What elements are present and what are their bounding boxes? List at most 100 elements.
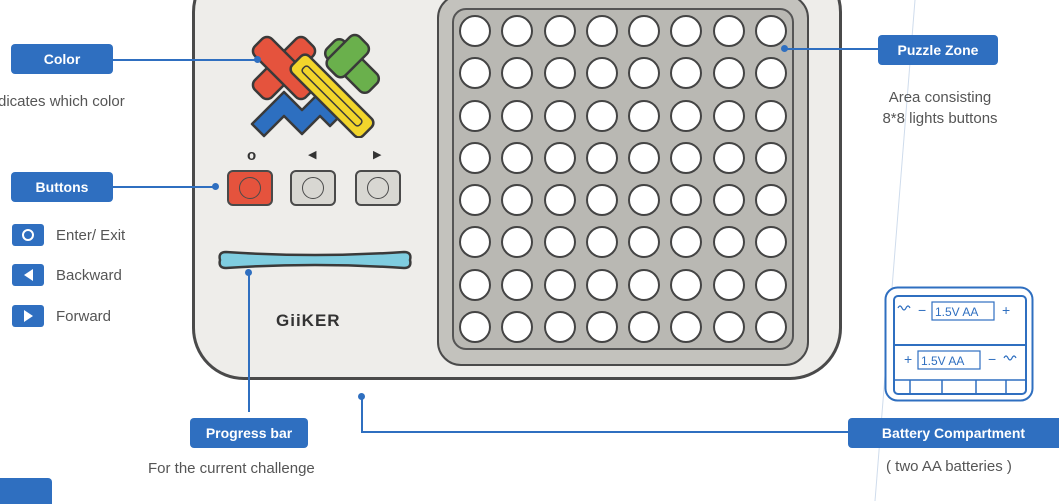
light-button[interactable] [754, 57, 787, 90]
light-button[interactable] [459, 184, 492, 217]
light-button[interactable] [543, 99, 576, 132]
light-button[interactable] [628, 184, 661, 217]
color-tag: Color [11, 44, 113, 74]
light-button[interactable] [501, 57, 534, 90]
light-button[interactable] [585, 99, 618, 132]
light-button[interactable] [754, 184, 787, 217]
svg-text:−: − [918, 302, 926, 318]
light-button[interactable] [712, 226, 745, 259]
triangle-left-icon [12, 264, 44, 286]
light-button[interactable] [628, 310, 661, 343]
battery-cell-1-label: 1.5V AA [935, 305, 979, 319]
backward-glyph: ◀ [308, 149, 317, 161]
light-button[interactable] [459, 99, 492, 132]
light-button[interactable] [501, 310, 534, 343]
backward-button[interactable] [290, 170, 336, 206]
enter-glyph: o [247, 147, 257, 164]
light-button[interactable] [459, 310, 492, 343]
light-button[interactable] [712, 310, 745, 343]
light-button[interactable] [628, 141, 661, 174]
light-button[interactable] [754, 141, 787, 174]
svg-text:+: + [1002, 302, 1010, 318]
light-button[interactable] [543, 57, 576, 90]
light-button[interactable] [670, 99, 703, 132]
legend-backward: Backward [0, 264, 122, 286]
svg-text:+: + [904, 351, 912, 367]
light-button[interactable] [712, 141, 745, 174]
light-button[interactable] [628, 99, 661, 132]
light-button[interactable] [670, 226, 703, 259]
puzzle-zone-tag: Puzzle Zone [878, 35, 998, 65]
light-button[interactable] [712, 57, 745, 90]
light-button[interactable] [501, 226, 534, 259]
light-button[interactable] [543, 15, 576, 48]
light-button[interactable] [585, 57, 618, 90]
progress-bar-tag: Progress bar [190, 418, 308, 448]
light-button[interactable] [501, 184, 534, 217]
light-button[interactable] [585, 268, 618, 301]
light-button[interactable] [754, 99, 787, 132]
legend-forward: Forward [0, 305, 111, 327]
light-button[interactable] [712, 184, 745, 217]
legend-enter: Enter/ Exit [0, 224, 125, 246]
light-button[interactable] [585, 184, 618, 217]
puzzle-zone-desc-line2: 8*8 lights buttons [882, 110, 998, 127]
light-button[interactable] [543, 310, 576, 343]
battery-description: ( two AA batteries ) [886, 458, 1012, 475]
color-logo-icon [250, 33, 381, 138]
buttons-tag: Buttons [11, 172, 113, 202]
light-button[interactable] [543, 141, 576, 174]
light-button[interactable] [712, 15, 745, 48]
light-button[interactable] [754, 15, 787, 48]
forward-button[interactable] [355, 170, 401, 206]
light-button[interactable] [459, 15, 492, 48]
light-button[interactable] [459, 226, 492, 259]
light-button[interactable] [543, 268, 576, 301]
light-button[interactable] [459, 57, 492, 90]
triangle-right-icon [12, 305, 44, 327]
light-button[interactable] [670, 310, 703, 343]
battery-compartment-tag: Battery Compartment [848, 418, 1059, 448]
light-button[interactable] [628, 15, 661, 48]
light-button[interactable] [712, 99, 745, 132]
light-button[interactable] [501, 15, 534, 48]
light-button[interactable] [754, 268, 787, 301]
light-button[interactable] [585, 15, 618, 48]
light-button[interactable] [585, 226, 618, 259]
legend-backward-label: Backward [56, 266, 122, 284]
light-button[interactable] [670, 141, 703, 174]
light-button[interactable] [501, 268, 534, 301]
light-button[interactable] [543, 184, 576, 217]
light-button[interactable] [501, 141, 534, 174]
legend-forward-label: Forward [56, 307, 112, 325]
battery-cell-2-label: 1.5V AA [921, 354, 965, 368]
cropped-tag [0, 478, 52, 504]
forward-glyph: ▶ [373, 149, 382, 161]
light-button[interactable] [628, 268, 661, 301]
light-button[interactable] [543, 226, 576, 259]
puzzle-zone-desc-line1: Area consisting [888, 89, 992, 106]
svg-text:−: − [988, 351, 996, 367]
light-button[interactable] [628, 57, 661, 90]
brand-logo: GiiKER [276, 311, 341, 330]
enter-exit-button[interactable] [227, 170, 273, 206]
light-button[interactable] [585, 141, 618, 174]
light-button[interactable] [585, 310, 618, 343]
light-button[interactable] [670, 184, 703, 217]
light-button[interactable] [459, 268, 492, 301]
color-description: dicates which color [0, 93, 125, 110]
light-button[interactable] [628, 226, 661, 259]
light-button[interactable] [670, 268, 703, 301]
progress-bar [218, 250, 412, 270]
light-button[interactable] [501, 99, 534, 132]
light-button[interactable] [712, 268, 745, 301]
legend-enter-label: Enter/ Exit [56, 226, 126, 244]
puzzle-grid [452, 8, 794, 350]
light-button[interactable] [670, 15, 703, 48]
light-button[interactable] [754, 226, 787, 259]
light-button[interactable] [459, 141, 492, 174]
progress-bar-description: For the current challenge [148, 460, 315, 477]
light-button[interactable] [754, 310, 787, 343]
light-button[interactable] [670, 57, 703, 90]
circle-icon [12, 224, 44, 246]
